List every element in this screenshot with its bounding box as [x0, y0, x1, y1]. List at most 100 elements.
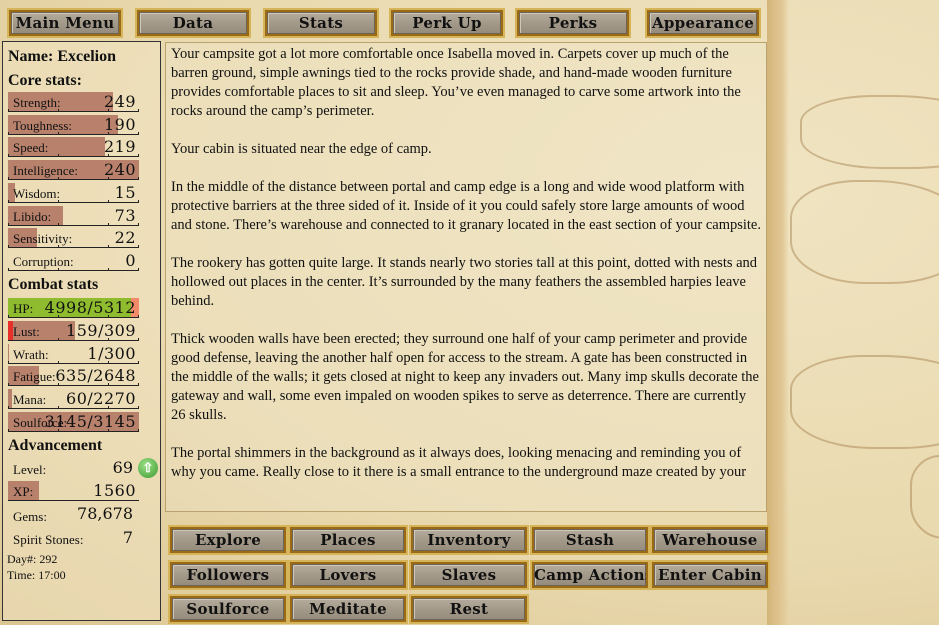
bar-tick	[8, 131, 9, 135]
bar-tick	[108, 245, 109, 249]
stat-bar-wisdom: Wisdom: 15	[8, 182, 139, 203]
bar-tick	[108, 315, 109, 318]
player-name: Name: Excelion	[8, 48, 116, 65]
bar-tick	[138, 360, 139, 364]
bar-tick	[58, 199, 59, 203]
bar-tick	[108, 383, 109, 387]
day-counter: Day#: 292	[7, 552, 58, 566]
meditate-button[interactable]: Meditate	[288, 594, 408, 624]
bar-tick	[8, 406, 9, 410]
parchment-stain	[790, 355, 939, 449]
narrative-paragraph: In the middle of the distance between po…	[171, 179, 761, 233]
bar-tick	[138, 154, 139, 158]
stat-bar-lust: Lust: 159/309	[8, 320, 139, 341]
stash-button[interactable]: Stash	[530, 525, 650, 555]
parchment-stain	[910, 455, 939, 539]
stat-bar-strength: Strength: 249	[8, 92, 139, 112]
bar-tick	[138, 429, 139, 432]
bar-tick	[8, 267, 9, 271]
bar-tick	[8, 315, 9, 318]
stat-value: 15	[114, 182, 136, 202]
narrative-text-area[interactable]: Your campsite got a lot more comfortable…	[165, 42, 767, 512]
stat-bar-mana: Mana: 60/2270	[8, 389, 139, 410]
places-button[interactable]: Places	[288, 525, 408, 555]
enter-cabin-button[interactable]: Enter Cabin	[650, 560, 770, 590]
bar-tick	[58, 406, 59, 410]
stat-label: Libido:	[13, 208, 52, 224]
bar-tick	[58, 315, 59, 318]
nav-stats-button[interactable]: Stats	[263, 8, 379, 38]
nav-perks-button[interactable]: Perks	[515, 8, 631, 38]
stat-value: 159/309	[66, 320, 136, 340]
stat-label: Sensitivity:	[13, 231, 73, 247]
lovers-button[interactable]: Lovers	[288, 560, 408, 590]
bar-tick	[8, 383, 9, 387]
nav-data-button[interactable]: Data	[135, 8, 251, 38]
bar-tick	[58, 177, 59, 181]
inventory-button[interactable]: Inventory	[409, 525, 529, 555]
bar-tick	[58, 383, 59, 387]
narrative-paragraph: Your cabin is situated near the edge of …	[171, 141, 432, 157]
stat-label: Corruption:	[13, 253, 74, 269]
bar-tick	[108, 199, 109, 203]
explore-button[interactable]: Explore	[168, 525, 288, 555]
bar-tick	[108, 154, 109, 158]
time-display: Time: 17:00	[7, 568, 66, 582]
gems-value: 78,678	[77, 504, 133, 523]
level-up-arrow-icon[interactable]: ⇧	[138, 458, 158, 478]
soulforce-button[interactable]: Soulforce	[168, 594, 288, 624]
bar-tick	[108, 109, 109, 112]
nav-appearance-button[interactable]: Appearance	[645, 8, 761, 38]
bar-tick	[138, 222, 139, 226]
stat-value: 1/300	[87, 343, 136, 363]
bar-tick	[108, 267, 109, 271]
stat-bar-hp: HP: 4998/5312	[8, 298, 139, 318]
stat-label: Strength:	[13, 95, 61, 110]
bar-tick	[8, 222, 9, 226]
stat-bar-sensitivity: Sensitivity: 22	[8, 228, 139, 249]
advancement-heading: Advancement	[8, 437, 103, 454]
bar-tick	[8, 199, 9, 203]
gems-label: Gems:	[13, 509, 47, 524]
combat-stats-heading: Combat stats	[8, 276, 99, 293]
stat-bar-wrath: Wrath: 1/300	[8, 343, 139, 364]
narrative-paragraph: The portal shimmers in the background as…	[171, 445, 747, 480]
bar-tick	[138, 383, 139, 387]
stat-bar-corruption: Corruption: 0	[8, 251, 139, 271]
parchment-edge	[767, 0, 789, 625]
bar-tick	[58, 131, 59, 135]
camp-actions-button[interactable]: Camp Actions	[530, 560, 650, 590]
bar-tick	[8, 177, 9, 181]
nav-main-menu-button[interactable]: Main Menu	[7, 8, 123, 38]
level-value: 69	[112, 458, 133, 477]
bar-tick	[8, 429, 9, 432]
core-stats-heading: Core stats:	[8, 72, 82, 89]
nav-perk-up-button[interactable]: Perk Up	[389, 8, 505, 38]
stat-label: Speed:	[13, 140, 49, 156]
stat-value: 635/2648	[55, 366, 136, 386]
bar-tick	[108, 131, 109, 135]
rest-button[interactable]: Rest	[409, 594, 529, 624]
stat-value: 60/2270	[66, 389, 136, 409]
warehouse-button[interactable]: Warehouse	[650, 525, 770, 555]
stat-value: 73	[114, 205, 136, 225]
followers-button[interactable]: Followers	[168, 560, 288, 590]
stat-bar-speed: Speed: 219	[8, 137, 139, 158]
bar-tick	[8, 360, 9, 364]
spirit-stones-label: Spirit Stones:	[13, 532, 84, 547]
bar-tick	[58, 154, 59, 158]
stat-label: Wisdom:	[13, 185, 61, 201]
bar-tick	[8, 154, 9, 158]
bar-tick	[58, 222, 59, 226]
stat-label: Lust:	[13, 323, 40, 339]
xp-label: XP:	[13, 484, 34, 499]
bar-tick	[108, 222, 109, 226]
parchment-stain	[790, 180, 939, 284]
slaves-button[interactable]: Slaves	[409, 560, 529, 590]
level-label: Level:	[13, 462, 47, 477]
bar-tick	[138, 337, 139, 341]
stat-bar-fatigue: Fatigue: 635/2648	[8, 366, 139, 387]
bar-tick	[108, 360, 109, 364]
bar-tick	[138, 315, 139, 318]
bar-tick	[8, 109, 9, 112]
